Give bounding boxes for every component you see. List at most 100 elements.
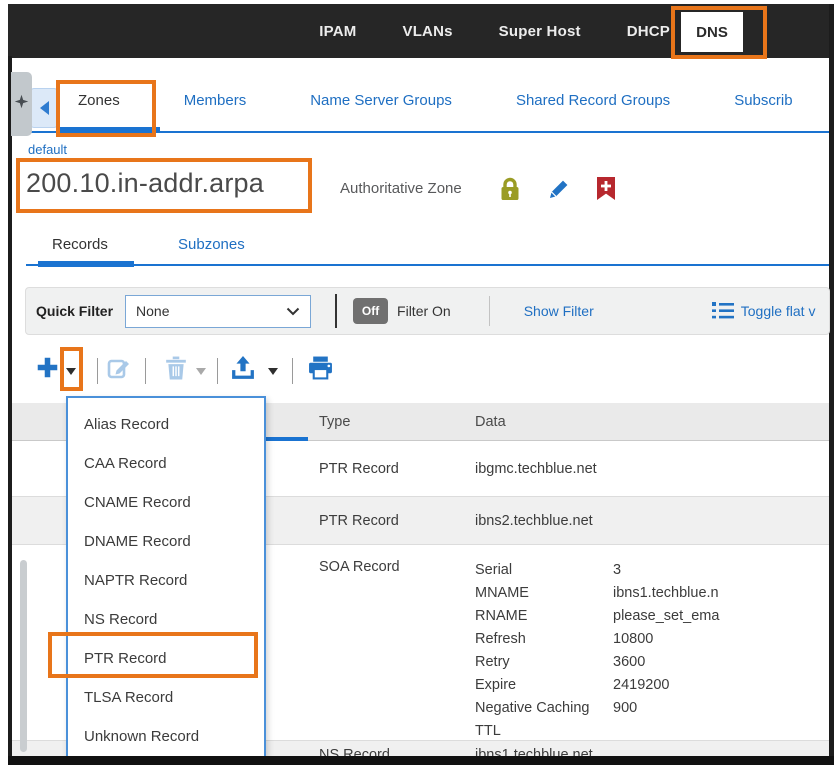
delete-dropdown-caret[interactable]: [196, 368, 206, 380]
tab-subzones[interactable]: Subzones: [178, 236, 245, 253]
add-record-button[interactable]: [36, 356, 59, 384]
top-nav-items: IPAM VLANs Super Host DHCP: [319, 23, 670, 40]
cell-type: PTR Record: [307, 441, 463, 496]
edit-record-button[interactable]: [107, 356, 131, 385]
tab-shared-record-groups[interactable]: Shared Record Groups: [508, 80, 678, 121]
chevron-down-icon: [286, 307, 300, 316]
soa-field-key: RNAME: [475, 605, 613, 628]
cell-data: ibns2.techblue.net: [463, 497, 829, 544]
flat-view-icon[interactable]: [712, 302, 734, 320]
finder-panel-handle[interactable]: [11, 72, 32, 136]
page: IPAM VLANs Super Host DHCP DNS Zones Members…: [0, 0, 836, 769]
soa-field-key: Negative Caching TTL: [475, 697, 613, 743]
menu-item-ptr-record[interactable]: PTR Record: [68, 639, 264, 678]
soa-field-key: Retry: [475, 651, 613, 674]
trash-icon: [165, 356, 187, 380]
toolbar-separator: [292, 358, 293, 384]
menu-item-naptr-record[interactable]: NAPTR Record: [68, 561, 264, 600]
filter-toggle-button[interactable]: Off: [353, 298, 388, 324]
cell-type: SOA Record: [307, 545, 463, 740]
active-tab-indicator: [60, 127, 160, 133]
lock-icon[interactable]: [498, 176, 522, 202]
soa-field-value: 900: [613, 697, 637, 743]
nav-item-dhcp[interactable]: DHCP: [627, 23, 670, 40]
subtabs-underline: [26, 264, 829, 266]
plus-icon: [36, 356, 59, 379]
soa-field: RNAMEplease_set_ema: [475, 605, 829, 628]
cell-data: ibns1.techblue.net: [463, 741, 829, 756]
soa-field: Serial3: [475, 559, 829, 582]
nav-item-ipam[interactable]: IPAM: [319, 23, 356, 40]
scrollbar-thumb[interactable]: [20, 560, 27, 752]
export-dropdown-caret[interactable]: [268, 368, 278, 380]
soa-field: Refresh10800: [475, 628, 829, 651]
soa-field-key: Serial: [475, 559, 613, 582]
soa-field-value: 10800: [613, 628, 653, 651]
add-bookmark-icon[interactable]: [594, 176, 618, 202]
soa-field: Negative Caching TTL900: [475, 697, 829, 743]
cell-type: NS Record: [307, 741, 463, 756]
show-filter-link[interactable]: Show Filter: [524, 303, 594, 319]
dns-tabbar: Zones Members Name Server Groups Shared Rec…: [12, 62, 829, 140]
print-button[interactable]: [308, 356, 333, 385]
chevron-left-icon: [33, 101, 49, 115]
column-header-type[interactable]: Type: [307, 414, 463, 430]
nav-item-super-host[interactable]: Super Host: [499, 23, 581, 40]
filter-on-label: Filter On: [397, 303, 451, 319]
column-header-data[interactable]: Data: [463, 414, 829, 430]
finder-star-icon: [14, 94, 29, 114]
tabs-scroll-left-button[interactable]: [30, 88, 58, 128]
menu-item-ns-record[interactable]: NS Record: [68, 600, 264, 639]
cell-data: Serial3MNAMEibns1.techblue.nRNAMEplease_…: [463, 545, 829, 740]
menu-item-alias-record[interactable]: Alias Record: [68, 405, 264, 444]
menu-item-tlsa-record[interactable]: TLSA Record: [68, 678, 264, 717]
menu-item-unknown-record[interactable]: Unknown Record: [68, 717, 264, 756]
delete-record-button[interactable]: [165, 356, 187, 385]
divider: [489, 296, 490, 326]
tab-name-server-groups[interactable]: Name Server Groups: [302, 80, 460, 121]
zone-title: 200.10.in-addr.arpa: [26, 168, 264, 199]
zone-type-label: Authoritative Zone: [340, 180, 462, 197]
filter-bar: Quick Filter None Off Filter On Show Fil…: [25, 287, 830, 335]
active-subtab-indicator: [38, 261, 134, 267]
nav-item-dns-active[interactable]: DNS: [681, 12, 743, 52]
tab-list: Zones Members Name Server Groups Shared Rec…: [70, 80, 801, 121]
toolbar-separator: [97, 358, 98, 384]
breadcrumb-default-link[interactable]: default: [28, 142, 67, 157]
tab-zones[interactable]: Zones: [70, 80, 128, 121]
soa-field-key: Refresh: [475, 628, 613, 651]
add-record-menu: Alias RecordCAA RecordCNAME RecordDNAME …: [66, 396, 266, 757]
soa-field-key: MNAME: [475, 582, 613, 605]
toolbar-separator: [145, 358, 146, 384]
menu-item-cname-record[interactable]: CNAME Record: [68, 483, 264, 522]
nav-item-vlans[interactable]: VLANs: [402, 23, 452, 40]
soa-field: Expire2419200: [475, 674, 829, 697]
tab-records[interactable]: Records: [52, 236, 108, 253]
window-border-bottom: [8, 756, 834, 765]
soa-field-value: please_set_ema: [613, 605, 719, 628]
tab-subscrib[interactable]: Subscrib: [726, 80, 800, 121]
soa-field-value: ibns1.techblue.n: [613, 582, 719, 605]
print-icon: [308, 356, 333, 380]
export-icon: [231, 356, 255, 380]
quick-filter-label: Quick Filter: [36, 303, 113, 319]
cell-data: ibgmc.techblue.net: [463, 441, 829, 496]
tab-members[interactable]: Members: [176, 80, 255, 121]
quick-filter-value: None: [136, 303, 169, 319]
window-border-right: [829, 4, 834, 761]
toolbar-separator: [217, 358, 218, 384]
soa-field-key: Expire: [475, 674, 613, 697]
menu-item-dname-record[interactable]: DNAME Record: [68, 522, 264, 561]
soa-field: MNAMEibns1.techblue.n: [475, 582, 829, 605]
menu-item-caa-record[interactable]: CAA Record: [68, 444, 264, 483]
export-button[interactable]: [231, 356, 255, 385]
add-record-dropdown-caret[interactable]: [66, 368, 76, 380]
quick-filter-select[interactable]: None: [125, 295, 311, 328]
soa-field-value: 2419200: [613, 674, 669, 697]
soa-field-value: 3600: [613, 651, 645, 674]
cell-type: PTR Record: [307, 497, 463, 544]
soa-field-value: 3: [613, 559, 621, 582]
records-toolbar: [0, 352, 829, 392]
edit-zone-icon[interactable]: [546, 176, 570, 202]
toggle-flat-view-link[interactable]: Toggle flat v: [741, 303, 816, 319]
